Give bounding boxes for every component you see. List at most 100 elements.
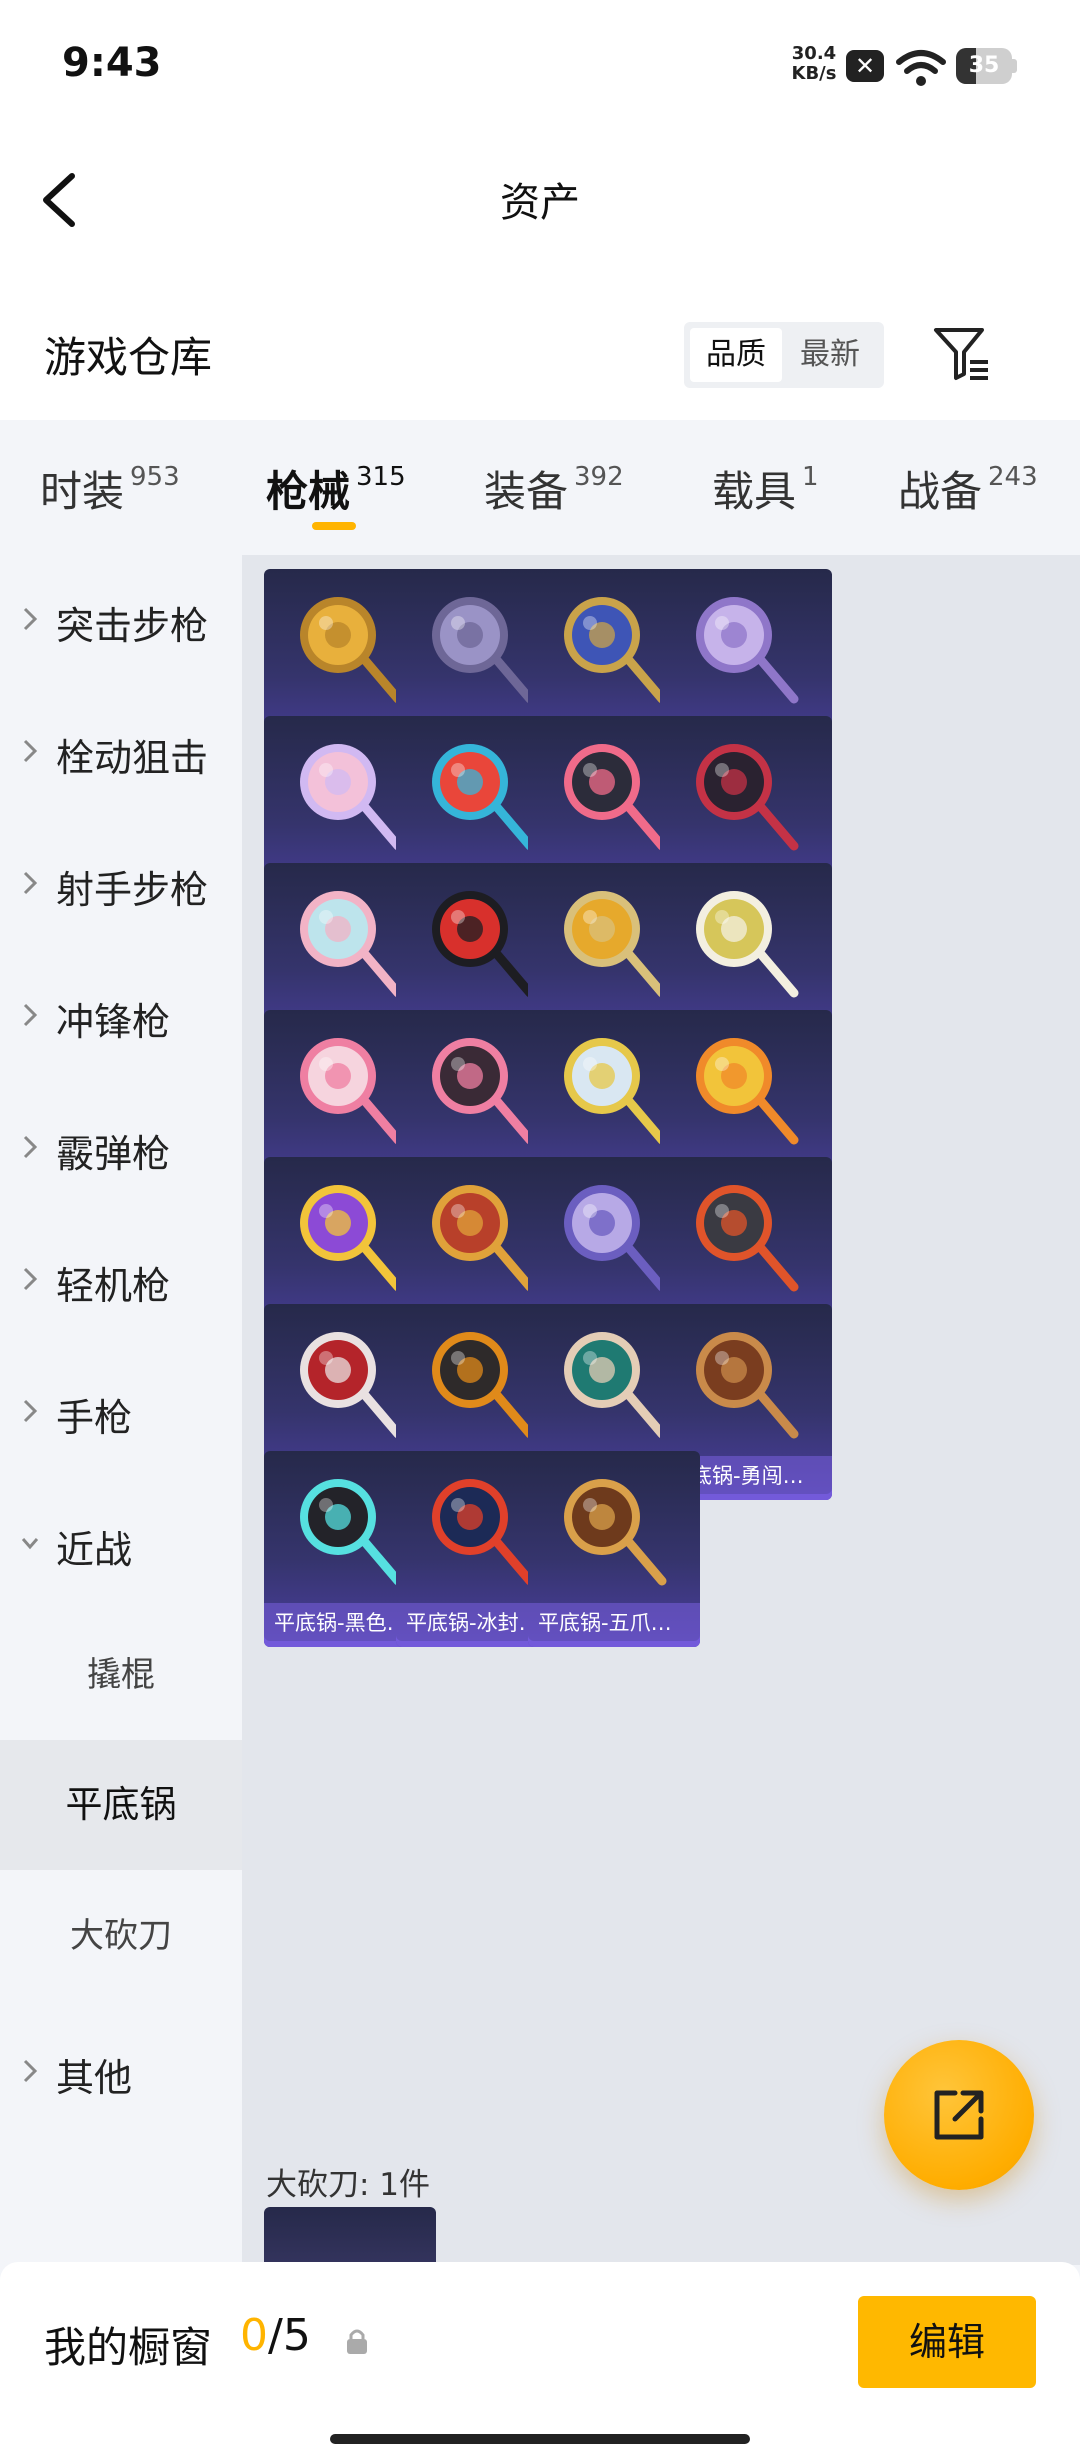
sort-toggle: 品质 最新	[684, 322, 884, 388]
machete-section-label: 大砍刀: 1件	[266, 2167, 431, 2203]
network-speed-unit: KB/s	[791, 63, 837, 84]
sidebar-item-label: 射手步枪	[56, 868, 209, 912]
tab-count: 392	[574, 462, 624, 492]
sidebar-item-lmg[interactable]: 轻机枪	[0, 1215, 242, 1345]
warehouse-title: 游戏仓库	[44, 333, 213, 382]
chevron-right-icon	[23, 1399, 38, 1423]
network-speed-value: 30.4	[791, 43, 837, 64]
chevron-right-icon	[23, 1135, 38, 1159]
frying-pan-icon	[432, 1479, 535, 1586]
tab-firearms[interactable]: 枪械 315	[266, 458, 406, 519]
chevron-right-icon	[23, 739, 38, 763]
sidebar-subitem-crowbar[interactable]: 撬棍	[0, 1610, 242, 1740]
showcase-count-current: 0	[240, 2310, 268, 2361]
sidebar-item-other[interactable]: 其他	[0, 2007, 242, 2137]
wifi-icon	[896, 50, 946, 86]
frying-pan-icon	[696, 1185, 799, 1292]
frying-pan-icon	[564, 1332, 667, 1439]
frying-pan-icon	[300, 1479, 403, 1586]
chevron-right-icon	[23, 871, 38, 895]
sidebar-subitem-frying-pan[interactable]: 平底锅	[0, 1740, 242, 1870]
sidebar-item-marksman-rifle[interactable]: 射手步枪	[0, 819, 242, 949]
tab-count: 243	[988, 462, 1038, 492]
sort-newest-button[interactable]: 最新	[784, 328, 876, 382]
sidebar-item-assault-rifle[interactable]: 突击步枪	[0, 555, 242, 685]
tab-vehicles[interactable]: 载具 1	[712, 458, 819, 519]
sidebar-item-label: 轻机枪	[56, 1264, 171, 1308]
tab-count: 1	[802, 462, 819, 492]
chevron-right-icon	[23, 2059, 38, 2083]
sidebar-item-melee[interactable]: 近战	[0, 1479, 242, 1609]
tab-label: 装备	[484, 467, 569, 516]
tab-label: 载具	[712, 467, 797, 516]
category-tabs: 时装 953 枪械 315 装备 392 载具 1 战备 243	[0, 420, 1080, 555]
network-speed: 30.4 KB/s	[784, 44, 844, 84]
tab-label: 枪械	[266, 467, 351, 516]
frying-pan-icon	[696, 597, 799, 704]
tab-count: 315	[356, 462, 406, 492]
weapon-category-sidebar: 突击步枪 栓动狙击 射手步枪 冲锋枪 霰弹枪 轻机枪 手枪 近战 撬棍 平底锅 …	[0, 555, 242, 2265]
frying-pan-icon	[696, 1038, 799, 1145]
sidebar-subitem-machete[interactable]: 大砍刀	[0, 1871, 242, 2001]
frying-pan-icon	[564, 1479, 667, 1586]
sidebar-item-label: 霰弹枪	[56, 1132, 171, 1176]
tab-count: 953	[130, 462, 180, 492]
sidebar-item-shotgun[interactable]: 霰弹枪	[0, 1083, 242, 1213]
frying-pan-icon	[432, 744, 535, 851]
sidebar-item-bolt-sniper[interactable]: 栓动狙击	[0, 687, 242, 817]
lock-icon	[347, 2329, 367, 2354]
sidebar-item-label: 栓动狙击	[56, 736, 209, 780]
sidebar-item-smg[interactable]: 冲锋枪	[0, 951, 242, 1081]
sidebar-item-label: 其他	[56, 2056, 133, 2100]
tab-fashion[interactable]: 时装 953	[40, 458, 180, 519]
sort-quality-button[interactable]: 品质	[690, 328, 782, 382]
status-bar: 9:43 30.4 KB/s ✕ 35	[0, 0, 1080, 140]
chevron-down-icon	[22, 1538, 38, 1550]
frying-pan-icon	[564, 597, 667, 704]
filter-list-icon[interactable]	[932, 324, 992, 384]
home-indicator[interactable]	[330, 2434, 750, 2444]
sidebar-item-pistol[interactable]: 手枪	[0, 1347, 242, 1477]
frying-pan-icon	[300, 891, 403, 998]
frying-pan-icon	[696, 891, 799, 998]
showcase-title: 我的橱窗	[44, 2323, 213, 2372]
sidebar-item-label: 手枪	[56, 1396, 133, 1440]
warehouse-header: 游戏仓库 品质 最新	[0, 260, 1080, 420]
frying-pan-icon	[432, 1038, 535, 1145]
nav-bar: 资产	[0, 140, 1080, 260]
share-external-icon	[934, 2090, 984, 2140]
edit-button[interactable]: 编辑	[858, 2296, 1036, 2388]
showcase-bar: 我的橱窗 0/5 编辑	[0, 2262, 1080, 2460]
frying-pan-icon	[300, 597, 403, 704]
sidebar-item-label: 近战	[56, 1528, 133, 1572]
frying-pan-icon	[432, 597, 535, 704]
close-box-icon: ✕	[846, 50, 884, 82]
frying-pan-icon	[300, 1038, 403, 1145]
battery-level: 35	[968, 53, 1000, 78]
tab-label: 战备	[898, 467, 983, 516]
frying-pan-icon	[300, 1332, 403, 1439]
share-button[interactable]	[884, 2040, 1034, 2190]
chevron-right-icon	[23, 607, 38, 631]
tab-label: 时装	[40, 467, 125, 516]
item-grid: 平底锅-其乐…平底锅-锦灰…平底锅-画境…平底锅-凌霄…平底锅-精灵…平底锅-空…	[242, 555, 1080, 2265]
frying-pan-icon	[564, 1185, 667, 1292]
item-card-peek[interactable]	[264, 2207, 436, 2265]
page-title: 资产	[500, 180, 580, 226]
frying-pan-icon	[432, 1185, 535, 1292]
frying-pan-icon	[564, 891, 667, 998]
tab-battle-gear[interactable]: 战备 243	[898, 458, 1038, 519]
frying-pan-icon	[696, 744, 799, 851]
frying-pan-icon	[564, 744, 667, 851]
battery-icon: 35	[956, 48, 1018, 84]
showcase-count-total: /5	[268, 2310, 311, 2361]
item-card[interactable]: 平底锅-五爪…	[528, 1451, 700, 1647]
sidebar-item-label: 冲锋枪	[56, 1000, 171, 1044]
frying-pan-icon	[564, 1038, 667, 1145]
status-time: 9:43	[62, 40, 162, 86]
frying-pan-icon	[300, 1185, 403, 1292]
frying-pan-icon	[696, 1332, 799, 1439]
item-name: 平底锅-五爪…	[528, 1603, 700, 1647]
chevron-right-icon	[23, 1267, 38, 1291]
tab-equipment[interactable]: 装备 392	[484, 458, 624, 519]
